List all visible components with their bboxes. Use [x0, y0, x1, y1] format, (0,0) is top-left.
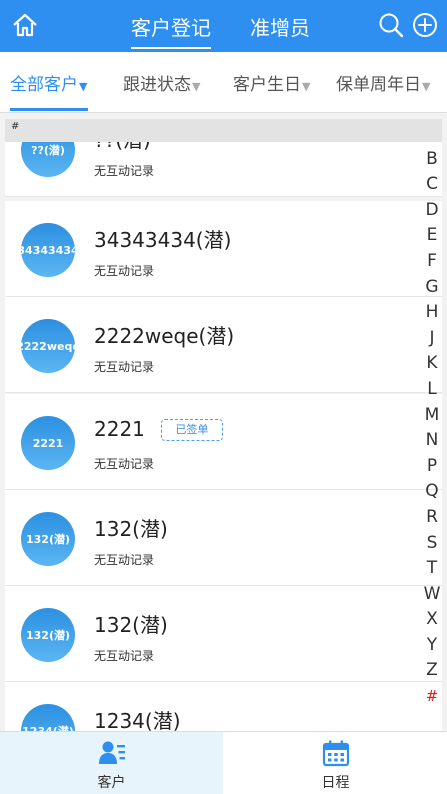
- index-letter[interactable]: B: [420, 147, 444, 173]
- nav-customer[interactable]: 客户: [0, 732, 223, 794]
- customer-name: 1234(潜): [94, 709, 181, 731]
- dropdown-arrow-icon: ▼: [79, 80, 88, 93]
- calendar-icon: [322, 740, 350, 767]
- index-letter[interactable]: P: [420, 454, 444, 480]
- index-letter[interactable]: D: [420, 198, 444, 224]
- index-letter-hash[interactable]: #: [420, 684, 444, 710]
- customer-list[interactable]: # ??(潜) ??(潜) 无互动记录 34343434 34343434(潜)…: [5, 119, 442, 731]
- filter-bar: 全部客户▼ 跟进状态▼ 客户生日▼ 保单周年日▼: [0, 52, 447, 113]
- index-letter[interactable]: F: [420, 249, 444, 275]
- avatar: 2221: [21, 416, 75, 470]
- filter-label: 客户生日: [233, 75, 301, 95]
- avatar: 2222weqe: [21, 319, 75, 373]
- filter-follow-status[interactable]: 跟进状态▼: [123, 70, 200, 95]
- list-item[interactable]: 2221 2221 已签单 无互动记录: [5, 394, 442, 490]
- add-icon[interactable]: [411, 11, 439, 39]
- section-label: #: [11, 121, 20, 132]
- index-letter[interactable]: H: [420, 300, 444, 326]
- index-letter[interactable]: K: [420, 351, 444, 377]
- customer-name: 132(潜): [94, 613, 168, 637]
- index-letter[interactable]: W: [420, 582, 444, 608]
- list-item[interactable]: 132(潜) 132(潜) 无互动记录: [5, 586, 442, 682]
- home-icon[interactable]: [10, 10, 40, 40]
- index-letter[interactable]: C: [420, 172, 444, 198]
- index-letter[interactable]: Y: [420, 633, 444, 659]
- filter-label: 跟进状态: [123, 75, 191, 95]
- index-letter[interactable]: E: [420, 223, 444, 249]
- interaction-status: 无互动记录: [94, 264, 155, 278]
- filter-customer-birthday[interactable]: 客户生日▼: [233, 70, 310, 95]
- tab-prospective-recruits[interactable]: 准增员: [250, 12, 310, 41]
- customer-name: 2221: [94, 417, 145, 441]
- customer-name: 34343434(潜): [94, 228, 232, 252]
- list-item[interactable]: 132(潜) 132(潜) 无互动记录: [5, 490, 442, 586]
- nav-label: 客户: [97, 775, 126, 791]
- index-letter[interactable]: G: [420, 275, 444, 301]
- alphabet-index[interactable]: A B C D E F G H J K L M N P Q R S T W X …: [420, 121, 444, 710]
- filter-label: 保单周年日: [336, 75, 421, 95]
- search-icon[interactable]: [377, 11, 405, 39]
- index-letter[interactable]: N: [420, 428, 444, 454]
- index-letter[interactable]: Q: [420, 479, 444, 505]
- index-letter[interactable]: M: [420, 403, 444, 429]
- nav-label: 日程: [321, 775, 350, 791]
- customer-icon: [99, 741, 125, 764]
- customer-name: 132(潜): [94, 517, 168, 541]
- avatar: 34343434: [21, 223, 75, 277]
- interaction-status: 无互动记录: [94, 457, 155, 471]
- top-bar: 客户登记 准增员: [0, 0, 447, 52]
- index-letter[interactable]: J: [420, 326, 444, 352]
- filter-all-customers[interactable]: 全部客户▼: [10, 70, 87, 95]
- list-item[interactable]: 34343434 34343434(潜) 无互动记录: [5, 201, 442, 297]
- nav-schedule[interactable]: 日程: [224, 732, 447, 794]
- index-letter[interactable]: T: [420, 556, 444, 582]
- index-letter[interactable]: Z: [420, 658, 444, 684]
- interaction-status: 无互动记录: [94, 649, 155, 663]
- interaction-status: 无互动记录: [94, 360, 155, 374]
- index-letter[interactable]: R: [420, 505, 444, 531]
- dropdown-arrow-icon: ▼: [422, 80, 431, 93]
- signed-badge: 已签单: [161, 419, 223, 441]
- interaction-status: 无互动记录: [94, 553, 155, 567]
- list-item[interactable]: 2222weqe 2222weqe(潜) 无互动记录: [5, 297, 442, 393]
- dropdown-arrow-icon: ▼: [192, 80, 201, 93]
- index-letter[interactable]: X: [420, 607, 444, 633]
- avatar: 132(潜): [21, 608, 75, 662]
- active-filter-indicator: [10, 108, 88, 111]
- index-letter[interactable]: S: [420, 531, 444, 557]
- filter-policy-anniversary[interactable]: 保单周年日▼: [336, 70, 430, 95]
- dropdown-arrow-icon: ▼: [302, 80, 311, 93]
- list-item[interactable]: 1234(潜) 1234(潜): [5, 682, 442, 731]
- index-letter[interactable]: L: [420, 377, 444, 403]
- avatar: 1234(潜): [21, 704, 75, 731]
- avatar: 132(潜): [21, 512, 75, 566]
- bottom-nav: 客户 日程: [0, 731, 447, 794]
- tab-customer-register[interactable]: 客户登记: [131, 12, 211, 49]
- interaction-status: 无互动记录: [94, 164, 155, 178]
- section-header: #: [5, 119, 442, 142]
- customer-name: 2222weqe(潜): [94, 324, 235, 348]
- filter-label: 全部客户: [10, 75, 78, 95]
